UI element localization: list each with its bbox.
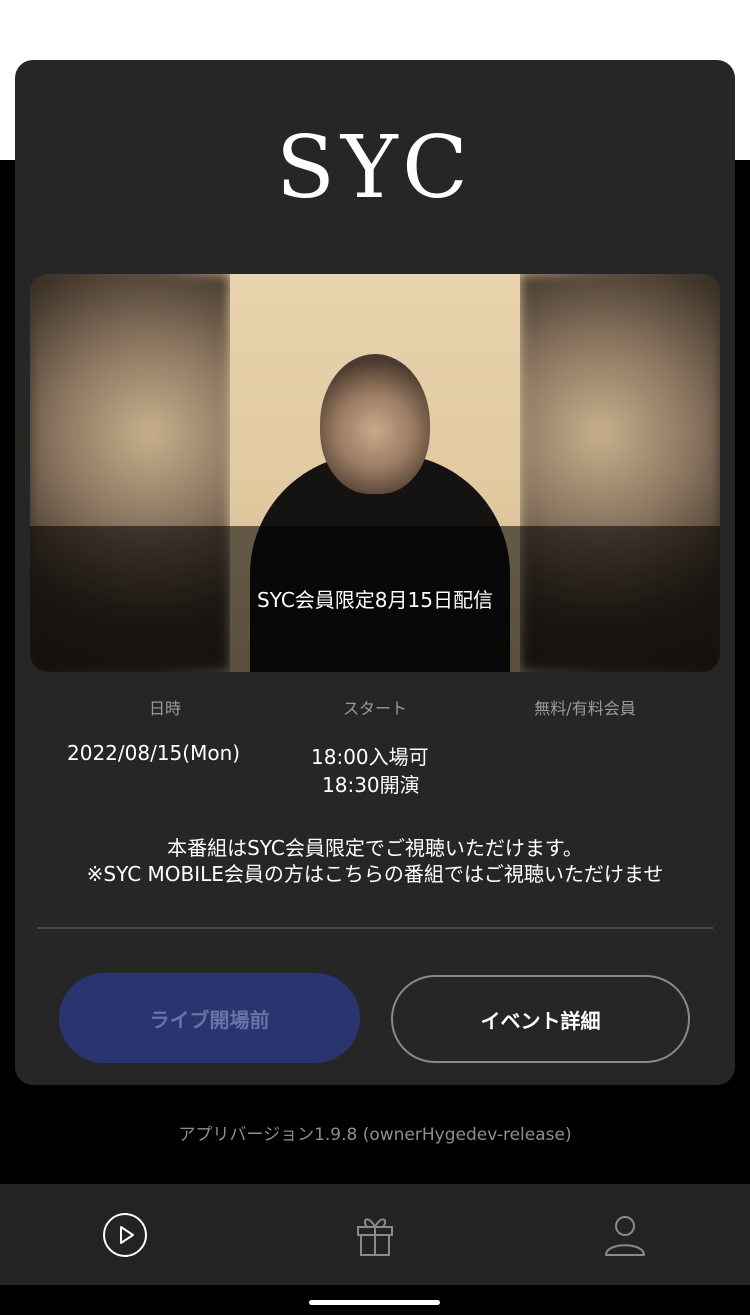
home-indicator xyxy=(309,1300,440,1305)
notice-text: 本番組はSYC会員限定でご視聴いただけます。 ※SYC MOBILE会員の方はこ… xyxy=(0,835,750,887)
syc-logo: SYC xyxy=(276,118,474,218)
event-details-button[interactable]: イベント詳細 xyxy=(391,975,690,1063)
tab-profile[interactable] xyxy=(565,1184,685,1285)
start-open-time: 18:00入場可 xyxy=(311,745,429,769)
info-header-membership: 無料/有料会員 xyxy=(534,699,636,718)
artist-figure-head xyxy=(320,354,430,494)
notice-line-1: 本番組はSYC会員限定でご視聴いただけます。 xyxy=(167,836,583,860)
divider xyxy=(37,927,713,929)
play-icon xyxy=(103,1212,147,1257)
profile-icon xyxy=(605,1215,645,1256)
info-header-start: スタート xyxy=(342,699,407,718)
tab-gift[interactable] xyxy=(315,1184,435,1285)
start-show-time: 18:30開演 xyxy=(322,773,420,797)
tab-play[interactable] xyxy=(65,1184,185,1285)
gift-icon xyxy=(357,1218,393,1256)
notice-line-2: ※SYC MOBILE会員の方はこちらの番組ではご視聴いただけませ xyxy=(86,862,664,886)
event-date: 2022/08/15(Mon) xyxy=(67,741,241,765)
banner-caption: SYC会員限定8月15日配信 xyxy=(257,588,493,612)
event-banner[interactable]: SYC会員限定8月15日配信 xyxy=(30,274,720,672)
info-header-datetime: 日時 xyxy=(148,699,181,718)
bottom-tab-bar xyxy=(0,1184,750,1285)
live-status-button[interactable]: ライブ開場前 xyxy=(59,973,360,1063)
app-version: アプリバージョン1.9.8 (ownerHygedev-release) xyxy=(178,1125,572,1145)
